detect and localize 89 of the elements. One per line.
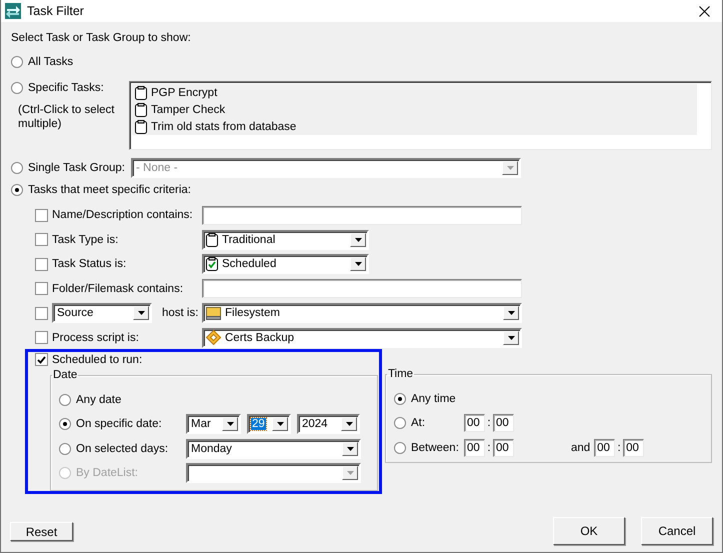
dropdown[interactable] [186, 463, 361, 483]
dropdown[interactable]: Source [52, 303, 152, 323]
minute-field[interactable]: 00 [492, 438, 514, 456]
task-list[interactable]: PGP Encrypt Tamper Check Trim old stats from database [129, 81, 712, 150]
dropdown-arrow-icon [506, 166, 514, 170]
cancel-button[interactable]: Cancel [641, 517, 713, 545]
hour-field[interactable]: 00 [464, 414, 485, 432]
dropdown-arrow-icon [508, 311, 514, 315]
criterion-label: Task Status is: [52, 258, 126, 270]
dropdown[interactable]: Mar [186, 414, 241, 434]
hour-field[interactable]: 00 [594, 438, 616, 456]
option-label: By DateList: [76, 467, 138, 479]
and-label: and [570, 442, 590, 454]
dropdown-arrow-icon [508, 336, 514, 340]
time-separator: : [486, 417, 492, 429]
option-label: All Tasks [28, 56, 74, 68]
minute-field[interactable]: 00 [492, 414, 514, 432]
checkbox[interactable] [35, 331, 48, 344]
hint-text: (Ctrl-Click to select multiple) [18, 103, 116, 131]
radio-button[interactable] [11, 82, 23, 94]
radio-button[interactable] [394, 417, 406, 429]
clipboard-icon [135, 86, 147, 100]
radio-button[interactable] [59, 418, 71, 430]
prompt-text: Select Task or Task Group to show: [11, 32, 191, 44]
option-label: Tasks that meet specific criteria: [28, 184, 191, 196]
criterion-label: Task Type is: [52, 234, 118, 246]
radio-button[interactable] [394, 392, 406, 404]
option-label: On specific date: [76, 418, 162, 430]
radio-button[interactable] [11, 56, 23, 68]
app-icon [5, 3, 21, 19]
option-label: Scheduled to run: [52, 354, 142, 366]
drive-icon [206, 306, 221, 320]
criterion-label: Folder/Filemask contains: [52, 282, 184, 294]
group-title: Date [52, 368, 78, 382]
task-list-item[interactable]: Tamper Check [132, 101, 697, 118]
radio-button[interactable] [59, 442, 71, 454]
dropdown-arrow-icon [276, 422, 284, 426]
checkbox[interactable] [35, 258, 48, 270]
criterion-label: Name/Description contains: [52, 209, 193, 221]
option-label: On selected days: [76, 442, 168, 454]
dropdown[interactable]: Filesystem [202, 303, 522, 323]
radio-button[interactable] [394, 442, 406, 454]
radio-button[interactable] [59, 394, 71, 406]
dropdown-arrow-icon [346, 422, 352, 426]
task-list-item[interactable]: PGP Encrypt [132, 84, 697, 101]
radio-button[interactable] [11, 184, 23, 196]
clipboard-icon [135, 120, 147, 134]
task-list-item[interactable]: Trim old stats from database [132, 118, 697, 135]
clipboard-icon [206, 232, 218, 246]
dropdown-arrow-icon [226, 422, 234, 426]
option-label: Between: [410, 442, 459, 454]
dropdown-arrow-icon [346, 471, 354, 475]
checkbox[interactable] [35, 233, 48, 246]
reset-button[interactable]: Reset [10, 522, 73, 541]
dropdown[interactable]: Monday [186, 438, 361, 458]
checkbox[interactable] [35, 306, 48, 320]
checkbox[interactable] [35, 282, 48, 295]
checked-clipboard-icon [206, 257, 218, 271]
option-label: Any time [410, 392, 456, 404]
dropdown[interactable]: Scheduled [202, 254, 369, 274]
diamond-icon [206, 330, 221, 345]
option-label: At: [410, 417, 426, 429]
dropdown[interactable]: 2024 [297, 414, 360, 434]
hour-field[interactable]: 00 [464, 438, 485, 456]
option-label: Single Task Group: [28, 162, 125, 174]
clipboard-icon [135, 102, 147, 116]
dropdown-arrow-icon [354, 238, 362, 242]
dropdown[interactable]: 29 [247, 414, 291, 434]
dropdown-arrow-icon [138, 311, 144, 315]
criterion-label: Process script is: [52, 332, 139, 344]
text-field[interactable] [202, 279, 522, 298]
time-separator: : [486, 442, 492, 454]
dropdown-arrow-icon [354, 262, 362, 266]
group-title: Time [386, 368, 414, 380]
dropdown[interactable]: Certs Backup [202, 328, 522, 348]
dropdown-arrow-icon [346, 446, 354, 450]
minute-field[interactable]: 00 [623, 438, 644, 456]
time-separator: : [616, 442, 622, 454]
checkbox[interactable] [35, 353, 48, 366]
option-label: Specific Tasks: [28, 82, 104, 94]
text-field[interactable] [202, 206, 522, 224]
window-title: Task Filter [27, 4, 85, 18]
criterion-label: host is: [162, 307, 198, 319]
option-label: Any date [76, 394, 122, 406]
ok-button[interactable]: OK [553, 517, 625, 545]
close-icon[interactable] [699, 6, 710, 16]
dropdown[interactable]: Traditional [202, 230, 369, 250]
checkbox[interactable] [35, 208, 48, 222]
radio-button[interactable] [11, 162, 23, 174]
